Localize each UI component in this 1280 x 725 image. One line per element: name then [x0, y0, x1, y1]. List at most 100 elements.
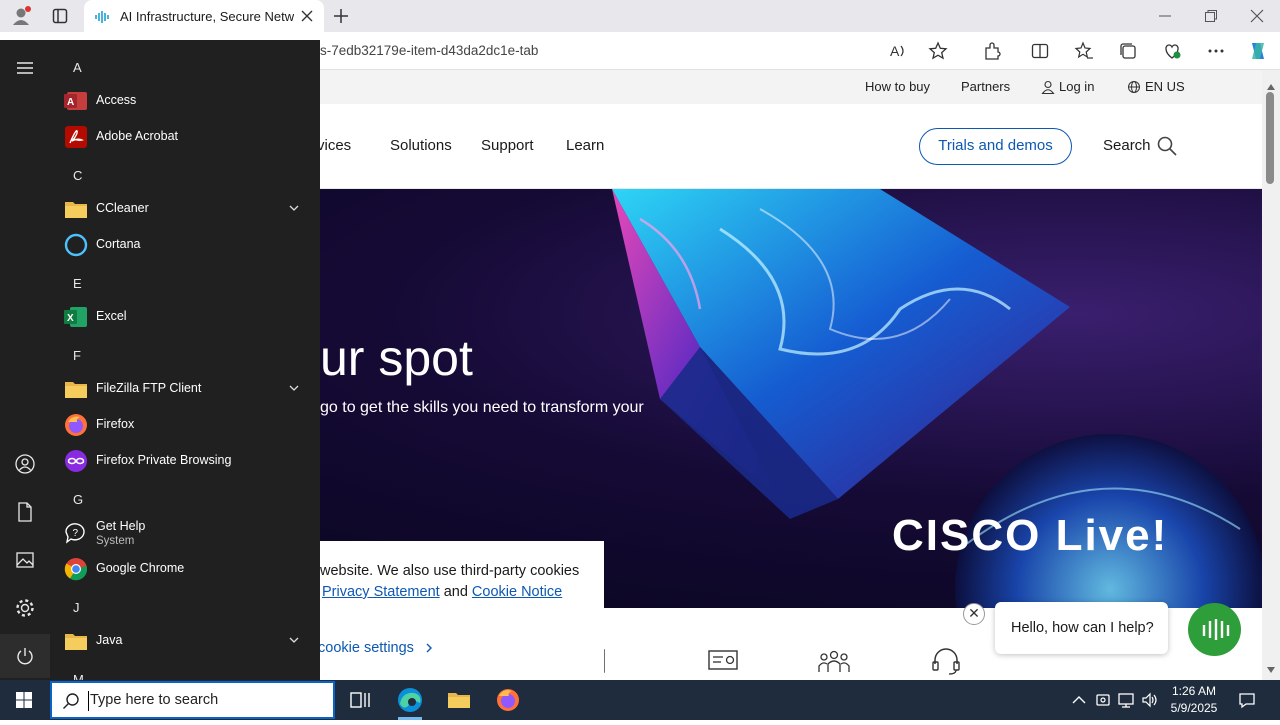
cookie-settings-link[interactable]: cookie settings	[318, 640, 434, 656]
cookie-notice-link[interactable]: Cookie Notice	[472, 584, 562, 600]
favorite-star-icon[interactable]	[928, 41, 948, 61]
cortana-icon	[64, 233, 88, 257]
how-to-buy-link[interactable]: How to buy	[865, 79, 930, 94]
user-icon	[1041, 80, 1055, 95]
profile-avatar-icon[interactable]	[10, 5, 32, 27]
nav-learn[interactable]: Learn	[566, 137, 604, 154]
headset-support-icon[interactable]	[931, 648, 961, 676]
cisco-favicon-icon	[94, 10, 110, 23]
meet-now-icon[interactable]	[1094, 691, 1112, 709]
app-java[interactable]: Java	[50, 623, 312, 659]
app-firefox-private[interactable]: Firefox Private Browsing	[50, 443, 312, 479]
favorites-icon[interactable]	[1074, 41, 1094, 61]
edge-taskbar-icon[interactable]	[394, 684, 426, 720]
app-access[interactable]: A Access	[50, 83, 312, 119]
search-button[interactable]: Search	[1103, 137, 1151, 154]
app-adobe-acrobat[interactable]: Adobe Acrobat	[50, 119, 312, 155]
task-view-icon[interactable]	[344, 684, 376, 716]
app-name: Google Chrome	[96, 561, 185, 575]
community-icon[interactable]	[818, 648, 850, 674]
browser-essentials-icon[interactable]	[1162, 41, 1182, 61]
globe-icon	[1127, 80, 1141, 94]
app-ccleaner[interactable]: CCleaner	[50, 191, 312, 227]
login-link[interactable]: Log in	[1059, 79, 1094, 94]
network-icon[interactable]	[1117, 691, 1135, 709]
firefox-taskbar-icon[interactable]	[492, 684, 524, 716]
partners-link[interactable]: Partners	[961, 79, 1010, 94]
chevron-down-icon[interactable]	[288, 381, 300, 393]
page-scrollbar[interactable]	[1262, 70, 1280, 680]
clock-time: 1:26 AM	[1171, 684, 1217, 698]
search-icon[interactable]	[1157, 136, 1177, 156]
scroll-up-icon[interactable]	[1267, 77, 1275, 90]
collections-icon[interactable]	[1118, 41, 1138, 61]
settings-gear-icon[interactable]	[13, 596, 37, 620]
minimize-icon[interactable]	[1158, 9, 1172, 23]
chevron-right-icon	[426, 643, 432, 653]
copilot-icon[interactable]	[1246, 39, 1270, 63]
nav-solutions[interactable]: Solutions	[390, 137, 452, 154]
privacy-statement-link[interactable]: Privacy Statement	[322, 584, 440, 600]
app-get-help[interactable]: ? Get Help System	[50, 515, 312, 553]
letter-header-f[interactable]: F	[73, 348, 81, 363]
volume-icon[interactable]	[1141, 691, 1159, 709]
show-hidden-icons-icon[interactable]	[1070, 691, 1088, 709]
chat-assistant-icon[interactable]	[1188, 603, 1241, 656]
documents-icon[interactable]	[13, 500, 37, 524]
power-icon[interactable]	[13, 644, 37, 668]
account-icon[interactable]	[13, 452, 37, 476]
svg-text:X: X	[67, 313, 74, 324]
pictures-icon[interactable]	[13, 548, 37, 572]
new-tab-icon[interactable]	[332, 7, 350, 25]
firefox-icon	[64, 413, 88, 437]
firefox-private-icon	[64, 449, 88, 473]
restore-icon[interactable]	[1204, 9, 1218, 23]
notifications-icon[interactable]	[1238, 691, 1256, 709]
taskbar-clock[interactable]: 1:26 AM 5/9/2025	[1166, 683, 1222, 717]
hamburger-menu-icon[interactable]	[13, 56, 37, 80]
extensions-icon[interactable]	[982, 41, 1002, 61]
more-options-icon[interactable]	[1206, 41, 1226, 61]
chat-close-button[interactable]: ✕	[963, 603, 985, 625]
app-name: Firefox Private Browsing	[96, 453, 232, 467]
scroll-thumb[interactable]	[1266, 92, 1274, 184]
tab-close-icon[interactable]	[300, 9, 314, 23]
tab-actions-icon[interactable]	[52, 8, 68, 24]
tab-title: AI Infrastructure, Secure Network	[120, 9, 294, 24]
chevron-down-icon[interactable]	[288, 201, 300, 213]
svg-text:A: A	[67, 97, 74, 108]
app-filezilla[interactable]: FileZilla FTP Client	[50, 371, 312, 407]
certificate-icon[interactable]	[707, 648, 739, 674]
locale-link[interactable]: EN US	[1145, 79, 1185, 94]
letter-header-j[interactable]: J	[73, 600, 80, 615]
letter-header-c[interactable]: C	[73, 168, 82, 183]
windows-start-icon[interactable]	[0, 680, 48, 720]
chevron-down-icon[interactable]	[288, 633, 300, 645]
app-name: Access	[96, 93, 137, 107]
chat-greeting-bubble[interactable]: Hello, how can I help?	[995, 602, 1168, 654]
letter-header-e[interactable]: E	[73, 276, 82, 291]
letter-header-m[interactable]: M	[73, 672, 84, 680]
letter-header-g[interactable]: G	[73, 492, 83, 507]
taskbar-search-box[interactable]: Type here to search	[50, 681, 335, 719]
trials-and-demos-button[interactable]: Trials and demos	[919, 128, 1072, 165]
app-name: CCleaner	[96, 201, 149, 215]
app-name: Firefox	[96, 417, 135, 431]
address-bar-url[interactable]: s-7edb32179e-item-d43da2dc1e-tab	[320, 43, 538, 58]
app-cortana[interactable]: Cortana	[50, 227, 312, 263]
app-excel[interactable]: X Excel	[50, 299, 312, 335]
scroll-down-icon[interactable]	[1267, 660, 1275, 673]
read-aloud-icon[interactable]: A	[888, 41, 908, 61]
split-screen-icon[interactable]	[1030, 41, 1050, 61]
file-explorer-icon[interactable]	[443, 684, 475, 716]
browser-tab-active[interactable]: AI Infrastructure, Secure Network	[84, 0, 324, 32]
app-subtitle: System	[96, 535, 135, 547]
app-google-chrome[interactable]: Google Chrome	[50, 551, 312, 587]
app-firefox[interactable]: Firefox	[50, 407, 312, 443]
browser-tab-strip: AI Infrastructure, Secure Network	[0, 0, 1280, 32]
app-name: FileZilla FTP Client	[96, 381, 202, 395]
close-window-icon[interactable]	[1250, 9, 1264, 23]
letter-header-a[interactable]: A	[73, 60, 82, 75]
folder-icon	[64, 377, 88, 401]
nav-support[interactable]: Support	[481, 137, 534, 154]
